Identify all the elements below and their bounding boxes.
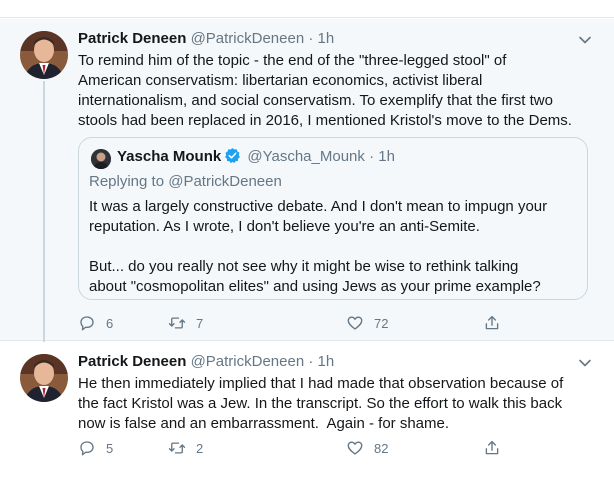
like-button[interactable]: 82 bbox=[346, 438, 388, 458]
share-button[interactable] bbox=[483, 313, 511, 333]
chevron-down-icon[interactable] bbox=[578, 33, 592, 47]
thread-connector-line bbox=[43, 81, 45, 343]
reply-count: 6 bbox=[106, 315, 114, 331]
separator-dot: · bbox=[308, 353, 314, 370]
retweet-button[interactable]: 7 bbox=[168, 313, 203, 333]
separator-dot: · bbox=[369, 148, 375, 165]
share-icon bbox=[485, 315, 499, 330]
like-button[interactable]: 72 bbox=[346, 313, 388, 333]
retweet-count: 2 bbox=[196, 440, 204, 456]
reply-button[interactable]: 6 bbox=[78, 313, 113, 333]
reply-count: 5 bbox=[106, 440, 114, 456]
tweet-patrick-deneen-1[interactable]: Patrick Deneen @PatrickDeneen · 1h To re… bbox=[0, 19, 614, 343]
quoted-timestamp: 1h bbox=[378, 148, 395, 165]
author-name[interactable]: Patrick Deneen bbox=[78, 353, 186, 370]
like-count: 72 bbox=[374, 315, 389, 331]
share-button[interactable] bbox=[483, 438, 511, 458]
verified-badge-icon bbox=[225, 148, 241, 164]
quoted-author-name: Yascha Mounk bbox=[117, 148, 222, 165]
tweet-timestamp[interactable]: 1h bbox=[318, 353, 335, 370]
previous-tweet-edge bbox=[0, 0, 614, 18]
like-icon bbox=[347, 441, 363, 455]
quoted-tweet-text: It was a largely constructive debate. An… bbox=[89, 198, 548, 295]
share-icon bbox=[485, 440, 499, 455]
tweet-timestamp[interactable]: 1h bbox=[318, 30, 335, 47]
like-count: 82 bbox=[374, 440, 389, 456]
like-icon bbox=[347, 316, 363, 330]
reply-button[interactable]: 5 bbox=[78, 438, 113, 458]
author-name[interactable]: Patrick Deneen bbox=[78, 30, 186, 47]
quoted-author-handle: @Yascha_Mounk bbox=[247, 148, 365, 165]
chevron-down-icon[interactable] bbox=[578, 356, 592, 370]
quoted-replying-to: Replying to @PatrickDeneen bbox=[89, 173, 282, 190]
reply-icon bbox=[80, 316, 94, 331]
tweet-patrick-deneen-2[interactable]: Patrick Deneen @PatrickDeneen · 1h He th… bbox=[0, 342, 614, 477]
tweet-header: Patrick Deneen @PatrickDeneen · 1h bbox=[78, 352, 334, 372]
separator-dot: · bbox=[308, 30, 314, 47]
retweet-count: 7 bbox=[196, 315, 204, 331]
tweet-text: He then immediately implied that I had m… bbox=[78, 375, 564, 432]
tweet-actions: 5 2 82 bbox=[78, 438, 508, 458]
avatar[interactable] bbox=[20, 31, 68, 79]
quoted-tweet[interactable]: Yascha Mounk @Yascha_Mounk · 1h Replying… bbox=[78, 137, 588, 300]
retweet-icon bbox=[168, 442, 186, 454]
avatar[interactable] bbox=[20, 354, 68, 402]
quoted-header: Yascha Mounk @Yascha_Mounk · 1h bbox=[117, 147, 395, 167]
tweet-text: To remind him of the topic - the end of … bbox=[78, 52, 572, 129]
author-handle[interactable]: @PatrickDeneen bbox=[191, 30, 305, 47]
retweet-button[interactable]: 2 bbox=[168, 438, 203, 458]
author-handle[interactable]: @PatrickDeneen bbox=[191, 353, 305, 370]
reply-icon bbox=[80, 441, 94, 456]
retweet-icon bbox=[168, 317, 186, 329]
tweet-header: Patrick Deneen @PatrickDeneen · 1h bbox=[78, 29, 334, 49]
quoted-avatar bbox=[91, 149, 111, 169]
tweet-actions: 6 7 72 bbox=[78, 313, 508, 333]
